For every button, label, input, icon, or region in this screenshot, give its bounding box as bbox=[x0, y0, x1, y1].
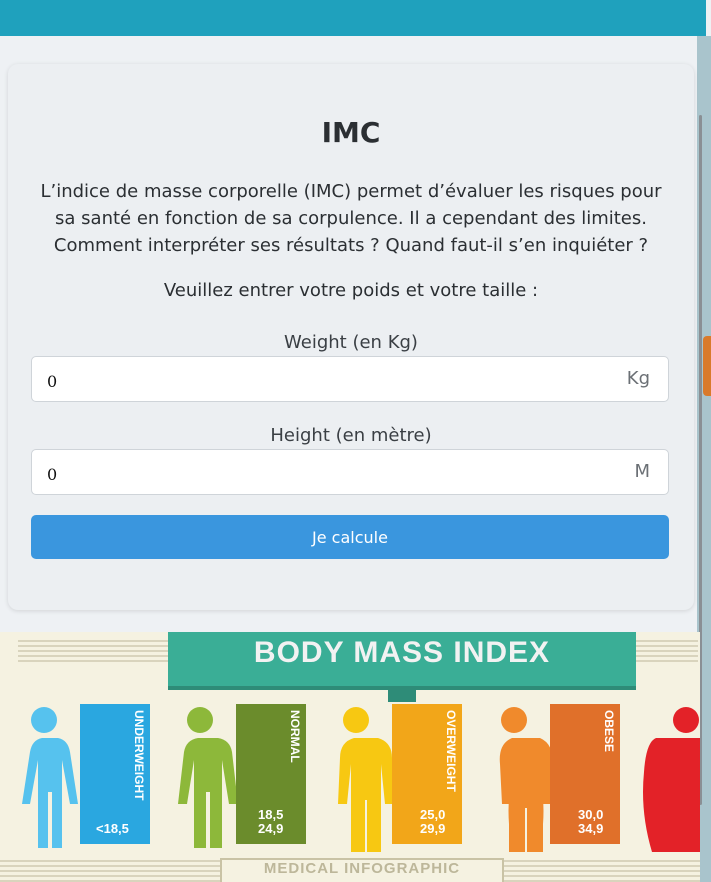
obese-figure-icon bbox=[488, 707, 550, 852]
weight-label: Weight (en Kg) bbox=[284, 332, 418, 353]
underweight-label: UNDERWEIGHT bbox=[132, 710, 146, 801]
normal-label: NORMAL bbox=[288, 710, 302, 763]
imc-card: IMC L’indice de masse corporelle (IMC) p… bbox=[8, 64, 694, 610]
normal-range-low: 18,5 bbox=[258, 807, 284, 822]
instruction-text: Veuillez entrer votre poids et votre tai… bbox=[163, 280, 539, 301]
bmi-infographic: BODY MASS INDEX UNDERWEIGHT <18,5 NORMAL… bbox=[0, 632, 700, 882]
extremely-obese-figure-icon bbox=[643, 707, 700, 852]
obese-range-high: 34,9 bbox=[578, 821, 604, 836]
page-title: IMC bbox=[321, 116, 381, 149]
overweight-panel: OVERWEIGHT 25,0 29,9 bbox=[392, 704, 462, 844]
overweight-range-low: 25,0 bbox=[420, 807, 446, 822]
infographic-footer-text: MEDICAL INFOGRAPHIC bbox=[263, 860, 461, 877]
obese-label: OBESE bbox=[602, 710, 616, 753]
underweight-panel: UNDERWEIGHT <18,5 bbox=[80, 704, 150, 844]
obese-range-low: 30,0 bbox=[578, 807, 604, 822]
height-label: Height (en mètre) bbox=[270, 425, 432, 446]
overweight-figure-icon bbox=[334, 707, 392, 852]
underweight-range: <18,5 bbox=[96, 821, 129, 836]
calculate-button[interactable]: Je calcule bbox=[31, 515, 669, 559]
normal-panel: NORMAL 18,5 24,9 bbox=[236, 704, 306, 844]
obese-panel: OBESE 30,0 34,9 bbox=[550, 704, 620, 844]
normal-range-high: 24,9 bbox=[258, 821, 284, 836]
weight-field[interactable]: Kg bbox=[31, 356, 669, 402]
top-bar bbox=[0, 0, 706, 36]
height-input[interactable] bbox=[45, 460, 609, 488]
overweight-label: OVERWEIGHT bbox=[444, 710, 458, 792]
normal-figure-icon bbox=[178, 707, 236, 848]
weight-unit: Kg bbox=[626, 368, 650, 389]
height-field[interactable]: M bbox=[31, 449, 669, 495]
overweight-range-high: 29,9 bbox=[420, 821, 446, 836]
intro-text: L’indice de masse corporelle (IMC) perme… bbox=[40, 181, 662, 256]
weight-input[interactable] bbox=[45, 367, 609, 395]
infographic-title: BODY MASS INDEX bbox=[253, 636, 551, 669]
underweight-figure-icon bbox=[22, 707, 78, 848]
height-unit: M bbox=[634, 461, 650, 482]
